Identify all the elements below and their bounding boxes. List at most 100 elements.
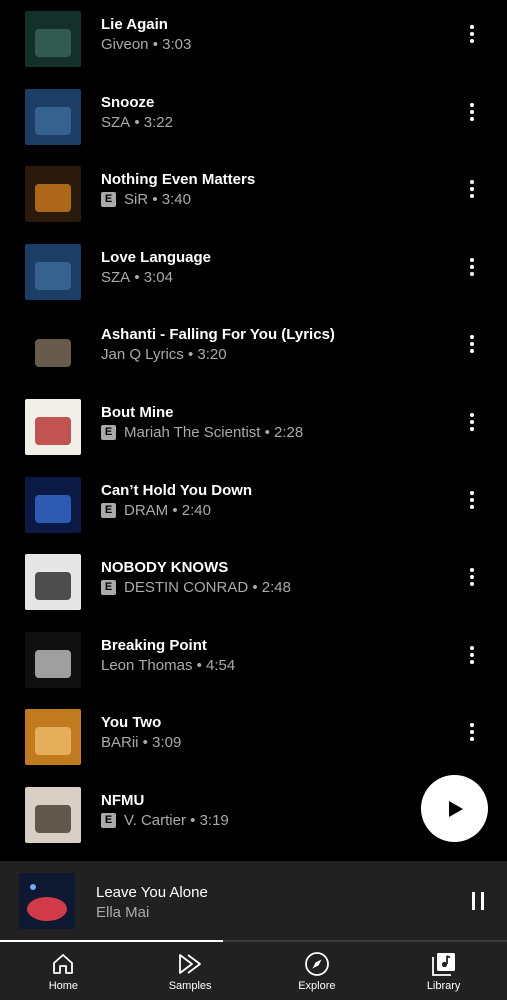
more-dot	[470, 109, 474, 114]
more-dot	[470, 723, 474, 728]
more-options-icon[interactable]	[460, 22, 484, 46]
play-all-button[interactable]	[421, 775, 488, 842]
play-icon	[448, 800, 463, 817]
song-duration: 2:48	[261, 579, 291, 597]
song-title: Breaking Point	[101, 636, 207, 654]
song-row[interactable]: Can’t Hold You Down E DRAM • 2:40	[0, 466, 507, 543]
song-artist: Mariah The Scientist	[124, 424, 261, 441]
song-title: NFMU	[101, 792, 145, 809]
more-dot	[470, 490, 474, 495]
song-row[interactable]: You Two BARii • 3:09	[0, 698, 507, 775]
pause-bar-right	[481, 892, 484, 910]
bottom-nav: Home Samples Explore Library	[0, 942, 507, 1000]
nav-home[interactable]: Home	[0, 942, 127, 1000]
art-shape	[35, 339, 71, 368]
more-dot	[470, 102, 474, 107]
separator-dot: •	[130, 268, 144, 286]
more-dot	[470, 659, 474, 664]
more-options-icon[interactable]	[460, 720, 484, 744]
song-title: Nothing Even Matters	[101, 171, 256, 189]
song-list: Lie Again Giveon • 3:03 Snooze SZA • 3:22 No…	[0, 0, 507, 861]
song-subtitle: E DRAM • 2:40	[101, 502, 211, 519]
more-options-icon[interactable]	[460, 410, 484, 434]
nav-library[interactable]: Library	[380, 942, 507, 1000]
album-art	[25, 631, 81, 688]
separator-dot: •	[248, 579, 262, 597]
more-dot	[470, 427, 474, 431]
song-subtitle: E SiR • 3:40	[101, 191, 191, 208]
more-options-icon[interactable]	[460, 177, 484, 201]
song-row[interactable]: Love Language SZA • 3:04	[0, 233, 507, 310]
art-shape	[35, 106, 71, 135]
song-duration: 3:19	[199, 812, 229, 829]
song-duration: 3:22	[143, 113, 173, 131]
song-subtitle: BARii • 3:09	[101, 734, 181, 751]
song-subtitle: E Mariah The Scientist • 2:28	[101, 424, 303, 441]
song-artist: Giveon	[101, 36, 149, 53]
explicit-icon: E	[101, 580, 116, 596]
song-duration: 3:03	[162, 36, 192, 53]
nav-samples[interactable]: Samples	[127, 942, 254, 1000]
song-duration: 2:40	[181, 501, 211, 519]
song-row[interactable]: Breaking Point Leon Thomas • 4:54	[0, 621, 507, 698]
samples-icon	[179, 954, 202, 974]
song-duration: 3:04	[143, 268, 173, 286]
separator-dot: •	[168, 501, 182, 519]
song-artist: BARii	[101, 734, 139, 752]
song-artist: Leon Thomas	[101, 656, 193, 674]
nav-samples-label: Samples	[168, 980, 212, 992]
song-subtitle: Giveon • 3:03	[101, 36, 191, 53]
art-shape	[35, 649, 71, 678]
song-row[interactable]: Ashanti - Falling For You (Lyrics) Jan Q …	[0, 310, 507, 387]
song-row[interactable]: NOBODY KNOWS E DESTIN CONRAD • 2:48	[0, 543, 507, 620]
song-subtitle: SZA • 3:22	[101, 114, 173, 131]
more-dot	[470, 420, 474, 424]
song-artist: SZA	[101, 268, 131, 286]
album-art	[25, 88, 81, 145]
more-dot	[470, 652, 474, 657]
more-options-icon[interactable]	[460, 488, 484, 512]
home-icon	[53, 954, 74, 974]
more-options-icon[interactable]	[460, 100, 484, 124]
nav-home-label: Home	[48, 980, 79, 992]
separator-dot: •	[138, 734, 153, 752]
more-dot	[470, 504, 474, 509]
separator-dot: •	[130, 113, 144, 131]
song-title: Can’t Hold You Down	[101, 481, 253, 499]
album-art	[25, 11, 81, 67]
art-shape	[35, 572, 71, 601]
separator-dot: •	[183, 346, 198, 364]
album-art	[25, 166, 81, 223]
song-title: You Two	[101, 714, 162, 732]
song-duration: 4:54	[206, 656, 236, 674]
album-art	[25, 554, 81, 611]
song-row[interactable]: Nothing Even Matters E SiR • 3:40	[0, 155, 507, 232]
more-dot	[470, 568, 474, 573]
art-shape	[35, 184, 71, 213]
song-row[interactable]: Bout Mine E Mariah The Scientist • 2:28	[0, 388, 507, 465]
song-subtitle: Leon Thomas • 4:54	[101, 657, 235, 674]
song-artist: Jan Q Lyrics	[101, 346, 184, 364]
pause-button[interactable]	[470, 892, 486, 910]
separator-dot: •	[148, 36, 163, 53]
more-options-icon[interactable]	[460, 332, 484, 356]
song-subtitle: Jan Q Lyrics • 3:20	[101, 346, 227, 363]
mini-player[interactable]: Leave You Alone Ella Mai	[0, 861, 507, 941]
album-art	[25, 709, 81, 766]
more-dot	[470, 575, 474, 580]
song-row[interactable]: Snooze SZA • 3:22	[0, 78, 507, 155]
more-dot	[470, 116, 474, 121]
song-artist: SiR	[124, 191, 149, 209]
more-options-icon[interactable]	[460, 643, 484, 667]
song-subtitle: SZA • 3:04	[101, 269, 173, 286]
album-art	[25, 476, 81, 533]
more-dot	[470, 180, 474, 185]
song-subtitle: E DESTIN CONRAD • 2:48	[101, 579, 291, 596]
art-shape	[35, 727, 71, 756]
pause-bar-left	[472, 892, 475, 910]
nav-explore[interactable]: Explore	[254, 942, 381, 1000]
more-options-icon[interactable]	[460, 255, 484, 279]
more-options-icon[interactable]	[460, 565, 484, 589]
separator-dot: •	[260, 424, 275, 441]
song-row[interactable]: Lie Again Giveon • 3:03	[0, 0, 507, 77]
